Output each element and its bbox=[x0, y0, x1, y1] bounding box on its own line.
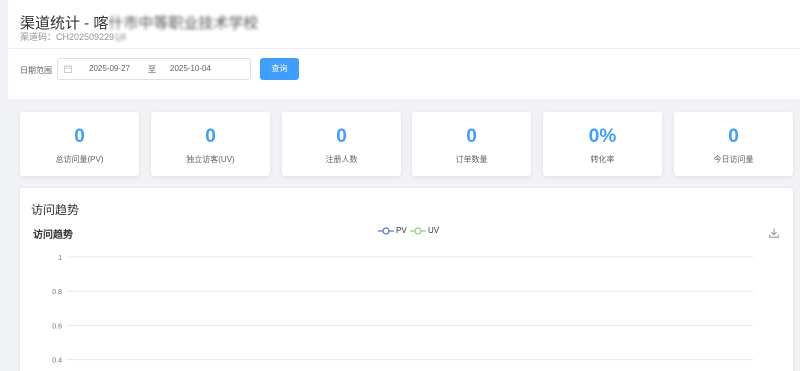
page-title-blurred-text: 什市中等职业技术学校 bbox=[108, 15, 259, 32]
stat-card-registrations: 0 注册人数 bbox=[282, 112, 401, 176]
page-header: 渠道统计 - 喀什市中等职业技术学校 渠道码：CH2025092291j8 bbox=[8, 0, 800, 49]
y-axis-tick-label: 0.8 bbox=[52, 289, 62, 296]
stat-label: 订单数量 bbox=[455, 155, 488, 164]
date-range-picker[interactable]: 2025-09-27 至 2025-10-04 bbox=[57, 58, 251, 80]
stat-card-pv: 0 总访问量(PV) bbox=[20, 112, 139, 176]
stat-card-uv: 0 独立访客(UV) bbox=[151, 112, 270, 176]
stat-card-orders: 0 订单数量 bbox=[412, 112, 531, 176]
query-button[interactable]: 查询 bbox=[260, 58, 299, 80]
y-axis-tick-label: 0.6 bbox=[52, 323, 62, 330]
stat-value: 0 bbox=[466, 126, 477, 147]
start-date-input[interactable]: 2025-09-27 bbox=[89, 64, 130, 73]
filter-bar: 日期范围 2025-09-27 至 2025-10-04 查询 bbox=[8, 49, 800, 99]
stat-label: 今日访问量 bbox=[713, 155, 754, 164]
trend-card-heading: 访问趋势 bbox=[31, 203, 80, 217]
trend-chart: 1 0.8 0.6 0.4 bbox=[52, 255, 753, 365]
chart-title: 访问趋势 bbox=[33, 230, 73, 241]
y-axis-tick-label: 0.4 bbox=[52, 358, 62, 365]
stat-label: 注册人数 bbox=[325, 155, 358, 164]
stat-value: 0 bbox=[205, 126, 216, 147]
channel-code-blurred-text: 1j8 bbox=[114, 32, 127, 42]
legend-label-uv: UV bbox=[428, 226, 440, 235]
date-range-label: 日期范围 bbox=[20, 66, 52, 75]
channel-code: 渠道码：CH2025092291j8 bbox=[20, 30, 126, 43]
legend-swatch-pv bbox=[378, 227, 394, 235]
stat-value: 0 bbox=[74, 126, 85, 147]
stat-value: 0 bbox=[336, 126, 347, 147]
legend-label-pv: PV bbox=[396, 226, 407, 235]
channel-code-text: 渠道码：CH202509229 bbox=[20, 32, 115, 42]
download-icon[interactable] bbox=[769, 228, 779, 238]
date-range-separator: 至 bbox=[148, 65, 156, 74]
stat-value: 0 bbox=[728, 126, 739, 147]
stat-label: 独立访客(UV) bbox=[186, 155, 235, 164]
stat-value: 0% bbox=[588, 126, 617, 147]
stat-card-conversion-rate: 0% 转化率 bbox=[543, 112, 662, 176]
stat-label: 转化率 bbox=[590, 155, 615, 164]
end-date-input[interactable]: 2025-10-04 bbox=[170, 64, 211, 73]
legend-swatch-uv bbox=[410, 227, 426, 235]
stat-card-today-visits: 0 今日访问量 bbox=[674, 112, 793, 176]
y-axis-tick-label: 1 bbox=[58, 255, 62, 262]
stat-label: 总访问量(PV) bbox=[55, 155, 104, 164]
calendar-icon bbox=[64, 65, 72, 73]
trend-card: 访问趋势 访问趋势 PV UV 1 0.8 0.6 0.4 bbox=[20, 188, 793, 371]
